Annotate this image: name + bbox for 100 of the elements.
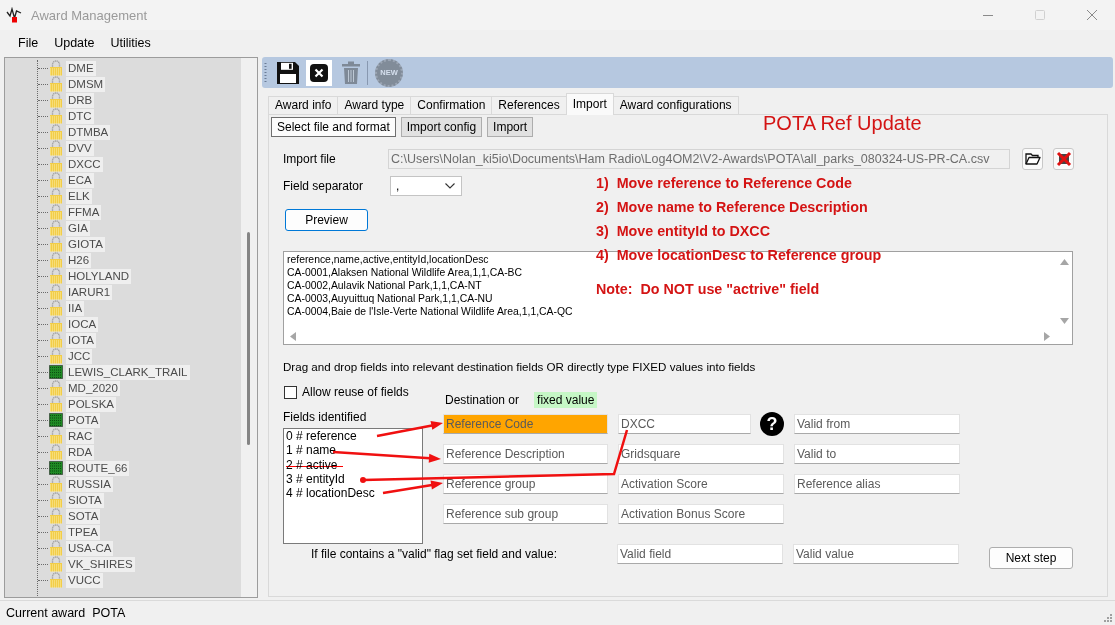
lock-icon [49, 268, 63, 284]
tree-item[interactable]: IIA [66, 300, 85, 316]
checkbox-label[interactable]: Allow reuse of fields [302, 385, 409, 399]
field-label: Import file [283, 152, 337, 166]
tree-item[interactable]: H26 [66, 252, 92, 268]
scrollbar-thumb[interactable] [247, 232, 250, 445]
lock-icon [49, 140, 63, 156]
fixed-value-label: fixed value [534, 392, 598, 408]
checkered-square-icon [49, 364, 63, 380]
input-field[interactable]: Valid value [793, 544, 959, 564]
sub-tab[interactable]: Select file and format [271, 117, 396, 137]
tree-item[interactable]: DTMBA [66, 124, 111, 140]
save-button[interactable] [276, 60, 300, 85]
next-step-button[interactable]: Next step [989, 547, 1073, 569]
caret-icon [445, 183, 455, 189]
tree-item[interactable]: TPEA [66, 524, 101, 540]
destination-field[interactable]: Valid to [794, 444, 960, 464]
tree-item[interactable]: VUCC [66, 572, 103, 588]
destination-field[interactable]: Gridsquare [618, 444, 784, 464]
tree-item[interactable]: USA-CA [66, 540, 114, 556]
tree-item[interactable]: ELK [66, 188, 92, 204]
destination-field[interactable]: Activation Bonus Score [618, 504, 784, 524]
tree-item[interactable]: DME [66, 60, 96, 76]
lock-icon [49, 60, 63, 76]
separator-dropdown[interactable]: , [390, 176, 462, 196]
tree-item[interactable]: SOTA [66, 508, 101, 524]
destination-field[interactable]: DXCC [618, 414, 751, 434]
tab[interactable]: Award info [268, 96, 339, 114]
scroll-up-icon[interactable] [1059, 259, 1069, 265]
menu-item[interactable]: Utilities [102, 35, 159, 50]
lock-icon [49, 300, 63, 316]
tree-item[interactable]: RDA [66, 444, 95, 460]
close-button[interactable] [306, 59, 332, 86]
lock-icon [49, 556, 63, 572]
remove-file-button[interactable] [1053, 148, 1074, 170]
list-item[interactable]: 4 # locationDesc [286, 486, 375, 501]
field-label: If file contains a "valid" flag set field and value: [311, 546, 558, 563]
scroll-left-icon[interactable] [290, 332, 296, 341]
sub-tab[interactable]: Import config [400, 117, 483, 137]
lock-icon [49, 108, 63, 124]
tree-item[interactable]: GIA [66, 220, 90, 236]
tree-item[interactable]: IARUR1 [66, 284, 113, 300]
scroll-right-icon[interactable] [1044, 332, 1050, 341]
file-path-field[interactable]: C:\Users\Nolan_ki5io\Documents\Ham Radio\Log4OM2\V2-Awards\POTA\all_parks_080324-US-PR-CA.csv [388, 149, 1010, 169]
preview-text: reference,name,active,entityId,locationDesc CA-0001,Alaksen National Wildlife Area,1,1,CA-BC CA-0002,Aulavik National Park,1,1,CA-NT CA-0003,Auyuittuq National Park,1,1,CA-NU CA-0004,Baie de l'Isle-Verte National Wildlife Area,1,1,CA-QC [287, 253, 573, 318]
tree-item[interactable]: IOCA [66, 316, 99, 332]
help-icon[interactable]: ? [760, 412, 784, 436]
tree-item[interactable]: DXCC [66, 156, 103, 172]
tree-item[interactable]: DTC [66, 108, 94, 124]
tab[interactable]: Award type [337, 96, 412, 114]
tab[interactable]: Award configurations [612, 96, 739, 114]
destination-field[interactable]: Reference sub group [443, 504, 608, 524]
tree-item[interactable]: RUSSIA [66, 476, 113, 492]
lock-icon [49, 524, 63, 540]
tree-item[interactable]: ROUTE_66 [66, 460, 130, 476]
checkbox[interactable] [284, 385, 297, 399]
lock-icon [49, 492, 63, 508]
tree-item[interactable]: LEWIS_CLARK_TRAIL [66, 364, 190, 380]
input-field[interactable]: Valid field [617, 544, 783, 564]
tree-item[interactable]: GIOTA [66, 236, 105, 252]
menu-item[interactable]: Update [46, 35, 103, 50]
tree-item[interactable]: POLSKA [66, 396, 117, 412]
tree-item[interactable]: JCC [66, 348, 93, 364]
tree-item[interactable]: FFMA [66, 204, 102, 220]
destination-field[interactable]: Valid from [794, 414, 960, 434]
tree-item[interactable]: ECA [66, 172, 94, 188]
destination-field[interactable]: Reference Description [443, 444, 608, 464]
tree-item[interactable]: POTA [66, 412, 101, 428]
tree-item[interactable]: HOLYLAND [66, 268, 132, 284]
tree-item[interactable]: RAC [66, 428, 95, 444]
destination-field[interactable]: Reference alias [794, 474, 960, 494]
tree-item[interactable]: DMSM [66, 76, 106, 92]
status-value: POTA [92, 606, 126, 620]
tab[interactable]: Import [565, 93, 614, 115]
lock-icon [49, 428, 63, 444]
destination-field[interactable]: Reference Code [443, 414, 608, 434]
resize-grip-icon[interactable] [1103, 613, 1112, 622]
browse-button[interactable] [1022, 148, 1043, 170]
destination-field[interactable]: Activation Score [618, 474, 784, 494]
tree-item[interactable]: SIOTA [66, 492, 104, 508]
tree-item[interactable]: VK_SHIRES [66, 556, 135, 572]
tree-item[interactable]: MD_2020 [66, 380, 120, 396]
preview-button[interactable]: Preview [285, 209, 368, 231]
list-item[interactable]: 0 # reference [286, 429, 357, 444]
lock-icon [49, 76, 63, 92]
tree-item[interactable]: IOTA [66, 332, 96, 348]
x-mark-icon [1055, 151, 1072, 167]
checkered-square-icon [49, 412, 63, 428]
lock-icon [49, 156, 63, 172]
scroll-down-icon[interactable] [1059, 318, 1069, 324]
grip-icon [264, 61, 267, 84]
list-label: Fields identified [283, 411, 367, 424]
menu-item[interactable]: File [10, 35, 47, 50]
list-item[interactable]: 1 # name [286, 443, 337, 458]
tree-item[interactable]: DVV [66, 140, 94, 156]
list-item[interactable]: 3 # entityId [286, 471, 345, 487]
tree-item[interactable]: DRB [66, 92, 95, 108]
lock-icon [49, 188, 63, 204]
sub-tab[interactable]: Import [487, 117, 534, 137]
close-icon [1087, 10, 1097, 20]
